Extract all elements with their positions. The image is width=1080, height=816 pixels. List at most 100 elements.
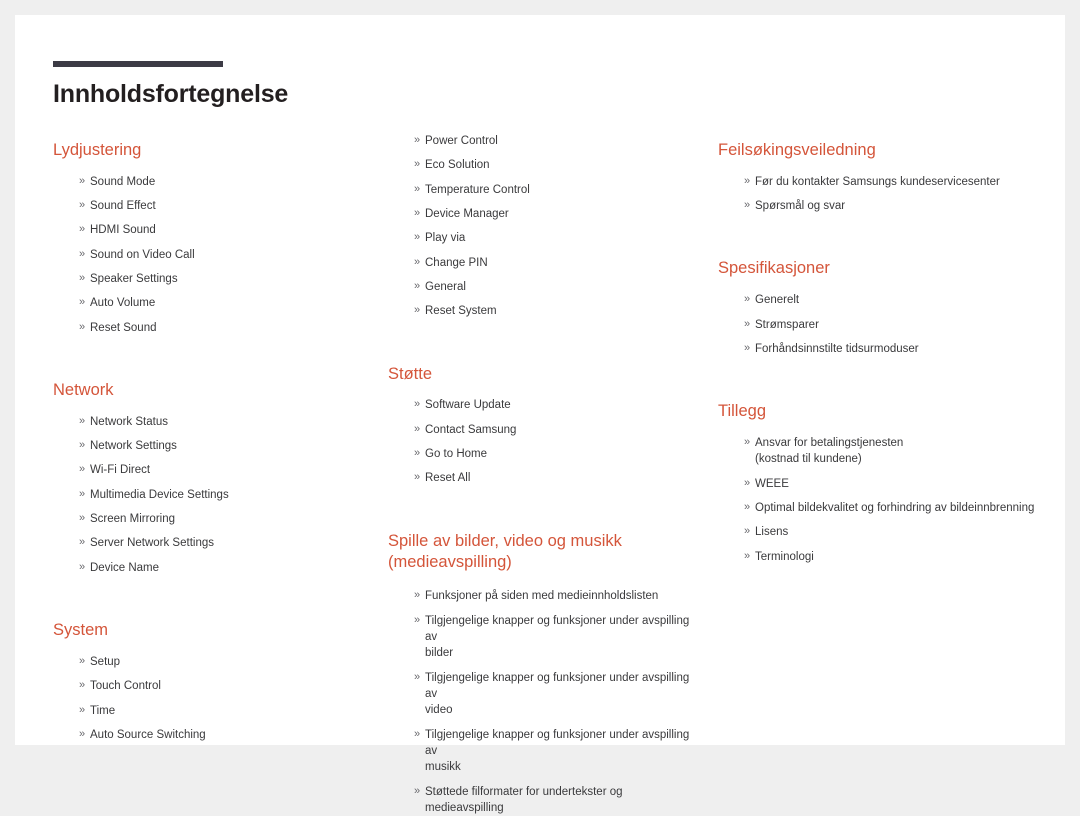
toc-entry[interactable]: » Tilgjengelige knapper og funksjoner und…	[414, 670, 702, 719]
double-angle-bullet-icon: »	[744, 500, 751, 513]
toc-entry-label: Generelt	[755, 294, 800, 307]
toc-entry[interactable]: » Optimal bildekvalitet og forhindring av…	[744, 500, 1043, 516]
toc-entry-label: Tilgjengelige knapper og funksjoner unde…	[425, 728, 690, 757]
toc-list: » Generelt » Strømsparer » Forhåndsinnstilte …	[718, 292, 1043, 357]
toc-entry[interactable]: » Time	[79, 703, 372, 719]
section-heading[interactable]: Tillegg	[718, 401, 1043, 423]
toc-entry-label: Støttede filformater for undertekster og…	[425, 785, 623, 814]
toc-list: » Før du kontakter Samsungs kundeservices…	[718, 174, 1043, 215]
double-angle-bullet-icon: »	[414, 158, 421, 171]
toc-entry[interactable]: » Reset System	[414, 303, 702, 319]
double-angle-bullet-icon: »	[79, 536, 86, 549]
toc-entry[interactable]: » Auto Source Switching	[79, 727, 372, 743]
toc-entry-label: General	[425, 280, 466, 293]
toc-entry[interactable]: » Wi-Fi Direct	[79, 462, 372, 478]
toc-entry[interactable]: » General	[414, 279, 702, 295]
toc-entry[interactable]: » Reset All	[414, 470, 702, 486]
double-angle-bullet-icon: »	[79, 463, 86, 476]
double-angle-bullet-icon: »	[79, 320, 86, 333]
toc-entry-label: Før du kontakter Samsungs kundeservicese…	[755, 175, 1000, 188]
toc-entry[interactable]: » Setup	[79, 654, 372, 670]
toc-entry[interactable]: » Ansvar for betalingstjenesten (kostnad t…	[744, 435, 1043, 468]
double-angle-bullet-icon: »	[414, 784, 421, 797]
toc-entry[interactable]: » Generelt	[744, 292, 1043, 308]
section-heading[interactable]: Network	[53, 380, 372, 402]
toc-entry[interactable]: » Funksjoner på siden med medieinnholdsli…	[414, 588, 702, 604]
double-angle-bullet-icon: »	[79, 703, 86, 716]
toc-entry[interactable]: » Go to Home	[414, 446, 702, 462]
toc-entry[interactable]: » Power Control	[414, 133, 702, 149]
toc-entry[interactable]: » Change PIN	[414, 255, 702, 271]
toc-entry[interactable]: » WEEE	[744, 476, 1043, 492]
toc-entry[interactable]: » Contact Samsung	[414, 422, 702, 438]
toc-section: Tillegg » Ansvar for betalingstjenesten (ko…	[718, 401, 1043, 565]
toc-entry[interactable]: » Terminologi	[744, 549, 1043, 565]
double-angle-bullet-icon: »	[414, 255, 421, 268]
toc-list: » Sound Mode » Sound Effect » HDMI Sound » Soun…	[53, 174, 372, 336]
document-page: Innholdsfortegnelse Lydjustering » Sound M…	[15, 15, 1065, 814]
toc-entry[interactable]: » Sound Mode	[79, 174, 372, 190]
toc-entry-label: Forhåndsinnstilte tidsurmoduser	[755, 342, 919, 355]
toc-entry[interactable]: » Multimedia Device Settings	[79, 487, 372, 503]
toc-entry-label: Device Manager	[425, 207, 509, 220]
toc-entry-label: Lisens	[755, 526, 789, 539]
toc-entry[interactable]: » Sound on Video Call	[79, 247, 372, 263]
toc-entry[interactable]: » Tilgjengelige knapper og funksjoner und…	[414, 727, 702, 776]
toc-entry[interactable]: » Network Status	[79, 414, 372, 430]
toc-entry[interactable]: » Lisens	[744, 524, 1043, 540]
section-heading[interactable]: Lydjustering	[53, 140, 372, 162]
toc-entry-label: Power Control	[425, 135, 498, 147]
toc-entry[interactable]: » Play via	[414, 230, 702, 246]
toc-entry[interactable]: » Støttede filformater for undertekster o…	[414, 784, 702, 816]
toc-entry-label: Optimal bildekvalitet og forhindring av …	[755, 501, 1035, 514]
toc-entry-label-continued: bilder	[425, 647, 454, 660]
double-angle-bullet-icon: »	[744, 174, 751, 187]
section-heading[interactable]: Spille av bilder, video og musikk (medie…	[388, 531, 702, 575]
toc-entry[interactable]: » Forhåndsinnstilte tidsurmoduser	[744, 341, 1043, 357]
double-angle-bullet-icon: »	[414, 279, 421, 292]
section-heading[interactable]: Støtte	[388, 364, 702, 386]
toc-entry[interactable]: » Før du kontakter Samsungs kundeservices…	[744, 174, 1043, 190]
toc-entry-label: Reset System	[425, 305, 497, 318]
double-angle-bullet-icon: »	[414, 613, 421, 626]
toc-entry[interactable]: » Device Name	[79, 560, 372, 576]
toc-entry[interactable]: » Tilgjengelige knapper og funksjoner und…	[414, 613, 702, 662]
toc-entry[interactable]: » Spørsmål og svar	[744, 198, 1043, 214]
toc-entry[interactable]: » Strømsparer	[744, 317, 1043, 333]
toc-entry[interactable]: » Device Manager	[414, 206, 702, 222]
section-heading[interactable]: Spesifikasjoner	[718, 258, 1043, 280]
double-angle-bullet-icon: »	[414, 231, 421, 244]
double-angle-bullet-icon: »	[744, 525, 751, 538]
toc-entry[interactable]: » Touch Control	[79, 678, 372, 694]
toc-entry[interactable]: » Auto Volume	[79, 295, 372, 311]
toc-entry-label: Tilgjengelige knapper og funksjoner unde…	[425, 614, 690, 643]
toc-entry[interactable]: » Server Network Settings	[79, 535, 372, 551]
double-angle-bullet-icon: »	[414, 727, 421, 740]
toc-entry[interactable]: » Speaker Settings	[79, 271, 372, 287]
double-angle-bullet-icon: »	[414, 471, 421, 484]
toc-entry-label: Device Name	[90, 561, 160, 574]
section-heading[interactable]: Feilsøkingsveiledning	[718, 140, 1043, 162]
toc-list: » Ansvar for betalingstjenesten (kostnad t…	[718, 435, 1043, 565]
toc-entry-label: Network Settings	[90, 440, 177, 453]
toc-entry[interactable]: » Sound Effect	[79, 198, 372, 214]
toc-entry[interactable]: » Eco Solution	[414, 157, 702, 173]
toc-entry-label-continued: musikk	[425, 761, 461, 774]
toc-entry[interactable]: » Network Settings	[79, 438, 372, 454]
double-angle-bullet-icon: »	[79, 439, 86, 452]
double-angle-bullet-icon: »	[79, 296, 86, 309]
toc-entry-label: Speaker Settings	[90, 273, 178, 286]
toc-entry[interactable]: » Software Update	[414, 397, 702, 413]
toc-entry[interactable]: » Reset Sound	[79, 320, 372, 336]
section-heading[interactable]: System	[53, 620, 372, 642]
double-angle-bullet-icon: »	[744, 199, 751, 212]
toc-entry-label: Screen Mirroring	[90, 513, 175, 526]
toc-entry-label: Tilgjengelige knapper og funksjoner unde…	[425, 671, 690, 700]
double-angle-bullet-icon: »	[414, 670, 421, 683]
toc-entry[interactable]: » Temperature Control	[414, 182, 702, 198]
toc-entry-label: Spørsmål og svar	[755, 200, 846, 213]
toc-entry[interactable]: » Screen Mirroring	[79, 511, 372, 527]
toc-list: » Software Update » Contact Samsung » Go to H…	[388, 397, 702, 486]
toc-entry[interactable]: » HDMI Sound	[79, 222, 372, 238]
double-angle-bullet-icon: »	[79, 679, 86, 692]
